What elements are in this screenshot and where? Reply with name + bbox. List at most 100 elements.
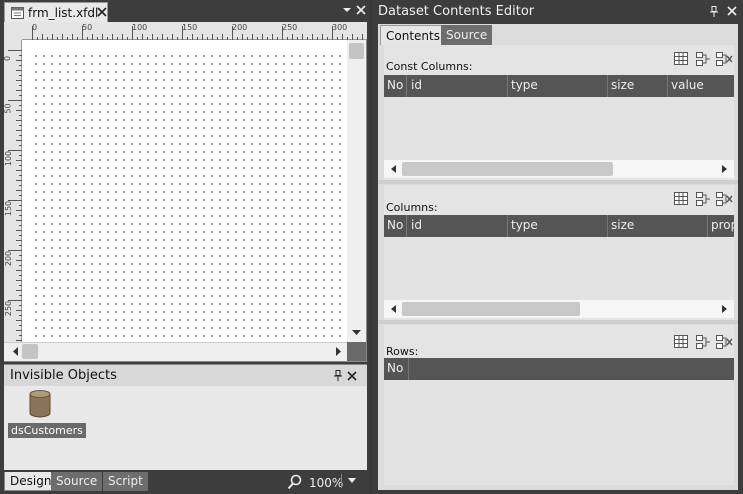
horizontal-scroll-thumb[interactable] bbox=[402, 162, 613, 176]
add-row-icon[interactable] bbox=[696, 335, 711, 349]
const-columns-grid-body[interactable] bbox=[384, 97, 734, 160]
column-header[interactable]: id bbox=[411, 78, 422, 92]
zoom-level: 100% bbox=[309, 476, 344, 490]
ruler-label: 150 bbox=[182, 23, 198, 32]
document-tab-label: frm_list.xfdl bbox=[28, 6, 99, 20]
ruler-label: 50 bbox=[3, 103, 13, 114]
ruler-label: 100 bbox=[4, 150, 14, 167]
horizontal-scrollbar[interactable] bbox=[384, 160, 734, 178]
ruler-label: 200 bbox=[4, 250, 14, 267]
column-header[interactable]: type bbox=[511, 218, 538, 232]
rows-toolbar bbox=[674, 335, 734, 351]
add-column-icon[interactable] bbox=[696, 52, 711, 66]
ruler-corner bbox=[4, 22, 22, 40]
divider bbox=[406, 75, 407, 97]
invisible-objects-title: Invisible Objects bbox=[10, 368, 117, 383]
scrollbar-corner bbox=[347, 342, 366, 361]
vertical-scroll-thumb[interactable] bbox=[349, 43, 364, 59]
close-icon[interactable] bbox=[356, 5, 366, 15]
section-label: Rows: bbox=[386, 345, 419, 358]
column-header[interactable]: id bbox=[411, 218, 422, 232]
vertical-scrollbar[interactable] bbox=[347, 40, 366, 342]
close-icon[interactable] bbox=[347, 371, 357, 381]
columns-grid-body[interactable] bbox=[384, 237, 734, 300]
scroll-left-icon[interactable] bbox=[12, 347, 18, 356]
tab-script[interactable]: Script bbox=[103, 472, 148, 491]
horizontal-scroll-thumb[interactable] bbox=[22, 344, 38, 359]
form-file-icon bbox=[11, 7, 24, 19]
horizontal-scrollbar[interactable] bbox=[384, 300, 734, 318]
zoom-icon[interactable] bbox=[287, 474, 303, 490]
section-divider[interactable] bbox=[378, 320, 738, 324]
columns-grid-header: No id type size prop bbox=[384, 215, 734, 237]
scroll-left-icon[interactable] bbox=[391, 165, 396, 173]
divider bbox=[507, 75, 508, 97]
column-header[interactable]: No bbox=[387, 78, 403, 92]
horizontal-scroll-thumb[interactable] bbox=[402, 302, 580, 316]
column-header[interactable]: size bbox=[611, 218, 634, 232]
divider bbox=[507, 215, 508, 237]
ruler-label: 300 bbox=[332, 23, 348, 32]
section-label: Columns: bbox=[386, 201, 438, 214]
divider bbox=[341, 474, 342, 488]
chevron-down-icon[interactable] bbox=[347, 477, 357, 485]
close-icon[interactable] bbox=[727, 6, 737, 16]
divider bbox=[607, 75, 608, 97]
column-header[interactable]: size bbox=[611, 78, 634, 92]
ruler-label: 100 bbox=[132, 23, 148, 32]
divider bbox=[667, 75, 668, 97]
dataset-label[interactable]: dsCustomers bbox=[8, 423, 86, 438]
invisible-objects-header: Invisible Objects bbox=[4, 364, 367, 386]
vertical-ruler: 0 50 100 150 200 250 bbox=[3, 40, 22, 342]
grid-icon[interactable] bbox=[674, 335, 688, 348]
panel-title: Dataset Contents Editor bbox=[378, 4, 535, 19]
section-label: Const Columns: bbox=[386, 60, 473, 73]
columns-toolbar bbox=[674, 192, 734, 208]
grid-icon[interactable] bbox=[674, 192, 688, 205]
rows-grid-body[interactable] bbox=[384, 380, 734, 483]
horizontal-ruler: 0 50 100 150 200 250 300 bbox=[22, 22, 367, 40]
column-header[interactable]: No bbox=[387, 218, 403, 232]
tab-design[interactable]: Design bbox=[4, 472, 58, 491]
divider bbox=[406, 215, 407, 237]
delete-column-icon[interactable] bbox=[716, 192, 733, 206]
ruler-label: 50 bbox=[82, 23, 93, 32]
tab-contents[interactable]: Contents bbox=[380, 25, 446, 45]
scroll-right-icon[interactable] bbox=[336, 347, 342, 356]
pin-icon[interactable] bbox=[333, 370, 343, 381]
const-columns-grid-header: No id type size value bbox=[384, 75, 734, 97]
column-header[interactable]: value bbox=[671, 78, 704, 92]
ruler-label: 250 bbox=[282, 23, 298, 32]
divider bbox=[408, 358, 409, 380]
ruler-label: 200 bbox=[232, 23, 248, 32]
tab-source[interactable]: Source bbox=[441, 25, 493, 45]
grid-icon[interactable] bbox=[674, 52, 688, 65]
column-header[interactable]: No bbox=[387, 361, 403, 375]
delete-column-icon[interactable] bbox=[716, 52, 733, 66]
column-header[interactable]: prop bbox=[711, 218, 734, 232]
divider bbox=[707, 215, 708, 237]
horizontal-scrollbar[interactable] bbox=[4, 342, 347, 361]
section-divider[interactable] bbox=[378, 180, 738, 184]
pin-icon[interactable] bbox=[709, 6, 719, 17]
scroll-right-icon[interactable] bbox=[722, 305, 727, 313]
tab-source[interactable]: Source bbox=[51, 472, 103, 491]
ruler-label: 150 bbox=[4, 200, 14, 217]
const-columns-toolbar bbox=[674, 52, 734, 68]
add-column-icon[interactable] bbox=[696, 192, 711, 206]
form-surface[interactable] bbox=[30, 50, 347, 342]
rows-grid-header: No bbox=[384, 358, 734, 380]
divider bbox=[607, 215, 608, 237]
document-tab[interactable]: frm_list.xfdl bbox=[4, 2, 108, 22]
dropdown-arrow-icon[interactable] bbox=[342, 6, 352, 14]
ruler-label: 0 bbox=[3, 55, 13, 62]
delete-row-icon[interactable] bbox=[716, 335, 733, 349]
scroll-left-icon[interactable] bbox=[391, 305, 396, 313]
ruler-label: 250 bbox=[4, 300, 14, 317]
scroll-right-icon[interactable] bbox=[722, 165, 727, 173]
scroll-down-icon[interactable] bbox=[352, 330, 361, 336]
database-icon[interactable] bbox=[29, 390, 51, 418]
ruler-label: 0 bbox=[32, 23, 38, 32]
column-header[interactable]: type bbox=[511, 78, 538, 92]
close-icon[interactable] bbox=[97, 6, 107, 18]
